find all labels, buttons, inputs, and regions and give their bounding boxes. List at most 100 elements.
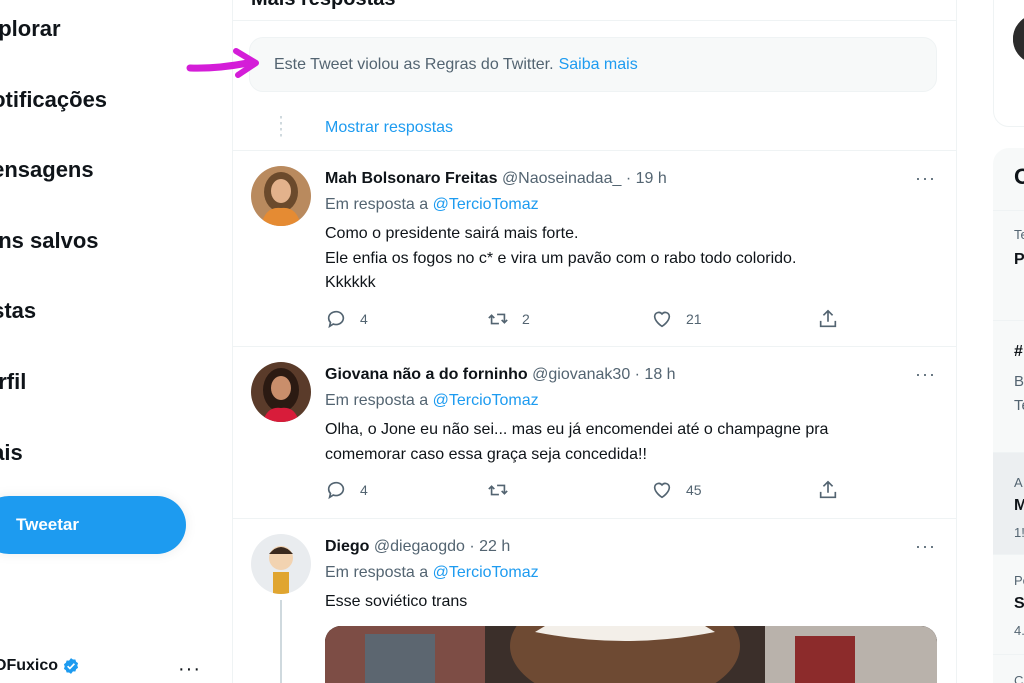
more-options-icon[interactable]: ···	[915, 536, 936, 557]
more-options-icon[interactable]: ···	[915, 364, 936, 385]
reply-context: Em resposta a @TercioTomaz	[325, 564, 539, 582]
reply-count: 4	[360, 482, 368, 498]
nav-item-listas[interactable]: istas	[0, 298, 36, 324]
trend-item[interactable]: Pe S 4.	[993, 554, 1024, 654]
account-name: OFuxico	[0, 657, 59, 674]
author-handle-time[interactable]: @giovanak30 · 18 h	[532, 366, 675, 383]
tweet-text-line: Esse soviético trans	[325, 593, 468, 610]
tweet-text-line: Kkkkkk	[325, 274, 376, 291]
reply-prefix: Em resposta a	[325, 392, 429, 409]
trend-title: P	[1014, 251, 1024, 268]
tweet[interactable]: Giovana não a do forninho @giovanak30 · …	[233, 346, 956, 518]
learn-more-link[interactable]: Saiba mais	[559, 56, 638, 74]
retweet-count: 2	[522, 311, 530, 327]
reply-context: Em resposta a @TercioTomaz	[325, 392, 539, 410]
tweet[interactable]: Mah Bolsonaro Freitas @Naoseinadaa_ · 19…	[233, 150, 956, 346]
trend-title: M	[1014, 497, 1024, 514]
media-photo	[325, 626, 937, 683]
author-name[interactable]: Diego	[325, 538, 369, 555]
trend-title: S	[1014, 595, 1024, 612]
timeline: Mais respostas Este Tweet violou as Regr…	[232, 0, 957, 683]
trend-category: Te	[1014, 227, 1024, 242]
reply-prefix: Em resposta a	[325, 196, 429, 213]
trend-count: 4.	[1014, 623, 1024, 638]
avatar-image	[251, 362, 311, 422]
profile-card	[993, 0, 1024, 127]
tweet-media-image[interactable]	[325, 626, 937, 683]
author-handle-time[interactable]: @Naoseinadaa_ · 19 h	[502, 170, 667, 187]
like-button[interactable]: 45	[651, 479, 702, 501]
reply-prefix: Em resposta a	[325, 564, 429, 581]
trends-heading: O	[1014, 164, 1024, 189]
right-sidebar: O Te P # B Te A M 1! Pe S 4. C	[957, 0, 1024, 683]
tweet-actions: 4 45	[325, 479, 845, 503]
trends-panel: O Te P # B Te A M 1! Pe S 4. C	[993, 148, 1024, 683]
reply-icon	[327, 481, 345, 500]
reply-icon	[327, 310, 345, 329]
avatar[interactable]	[251, 362, 311, 422]
trend-category: C	[1014, 673, 1024, 683]
thread-line	[280, 600, 282, 683]
avatar[interactable]	[251, 166, 311, 226]
heart-icon	[653, 311, 671, 328]
tweet-text-line: comemorar caso essa graça seja concedida…	[325, 445, 647, 463]
show-replies-link[interactable]: Mostrar respostas	[325, 119, 453, 137]
tweet-button[interactable]: Tweetar	[0, 496, 186, 554]
account-more-icon[interactable]: ···	[178, 659, 201, 679]
retweet-icon	[488, 313, 508, 325]
nav-item-mais[interactable]: lais	[0, 440, 23, 466]
like-count: 21	[686, 311, 702, 327]
tweet[interactable]: Diego @diegaogdo · 22 h ··· Em resposta …	[233, 518, 956, 683]
section-title: Mais respostas	[251, 0, 396, 11]
author-name[interactable]: Mah Bolsonaro Freitas	[325, 170, 497, 187]
heart-icon	[653, 482, 671, 499]
like-count: 45	[686, 482, 702, 498]
tweet-text: Esse soviético trans	[325, 590, 467, 615]
tweet-actions: 4 2 21	[325, 308, 845, 332]
trend-item[interactable]: Te P	[993, 210, 1024, 320]
violation-text: Este Tweet violou as Regras do Twitter.	[274, 55, 554, 73]
author-name[interactable]: Giovana não a do forninho	[325, 366, 528, 383]
more-options-icon[interactable]: ···	[915, 168, 936, 189]
reply-context: Em resposta a @TercioTomaz	[325, 196, 539, 214]
retweet-button[interactable]: 2	[487, 308, 530, 330]
trend-category: Pe	[1014, 573, 1024, 588]
verified-badge-icon	[63, 658, 79, 674]
share-icon	[819, 480, 837, 499]
retweet-button[interactable]	[487, 479, 522, 501]
reply-button[interactable]: 4	[325, 308, 368, 330]
tweet-text: Olha, o Jone eu não sei... mas eu já enc…	[325, 418, 828, 467]
account-switcher[interactable]: OFuxico	[0, 654, 80, 678]
trend-description: B	[1014, 373, 1024, 390]
annotation-arrow-icon	[186, 48, 259, 78]
trend-item[interactable]: C	[993, 654, 1024, 683]
reply-mention-link[interactable]: @TercioTomaz	[433, 196, 539, 213]
trend-count: 1!	[1014, 525, 1024, 540]
share-button[interactable]	[817, 308, 839, 330]
tweet-text: Como o presidente sairá mais forte. Ele …	[325, 222, 796, 296]
trend-item[interactable]: # B Te	[993, 320, 1024, 452]
reply-mention-link[interactable]: @TercioTomaz	[433, 392, 539, 409]
trend-description: Te	[1014, 397, 1024, 414]
tweet-text-line: Ele enfia os fogos no c* e vira um pavão…	[325, 249, 797, 267]
nav-item-mensagens[interactable]: lensagens	[0, 157, 94, 183]
avatar[interactable]	[251, 534, 311, 594]
like-button[interactable]: 21	[651, 308, 702, 330]
author-handle-time[interactable]: @diegaogdo · 22 h	[374, 538, 510, 555]
left-navigation: xplorar lotificações lensagens ens salvo…	[0, 0, 232, 683]
avatar-image	[251, 166, 311, 226]
divider	[233, 20, 956, 21]
reply-button[interactable]: 4	[325, 479, 368, 501]
nav-item-notificacoes[interactable]: lotificações	[0, 87, 107, 113]
trend-item[interactable]: A M 1!	[993, 452, 1024, 554]
nav-item-itens-salvos[interactable]: ens salvos	[0, 228, 99, 254]
reply-mention-link[interactable]: @TercioTomaz	[433, 564, 539, 581]
tweet-text-line: Olha, o Jone eu não sei... mas eu já enc…	[325, 421, 829, 438]
nav-item-perfil[interactable]: erfil	[0, 369, 26, 395]
retweet-icon	[488, 484, 508, 496]
share-button[interactable]	[817, 479, 839, 501]
share-icon	[819, 309, 837, 328]
thread-dots	[280, 116, 282, 140]
nav-item-explorar[interactable]: xplorar	[0, 16, 61, 42]
trend-category: A	[1014, 475, 1023, 490]
